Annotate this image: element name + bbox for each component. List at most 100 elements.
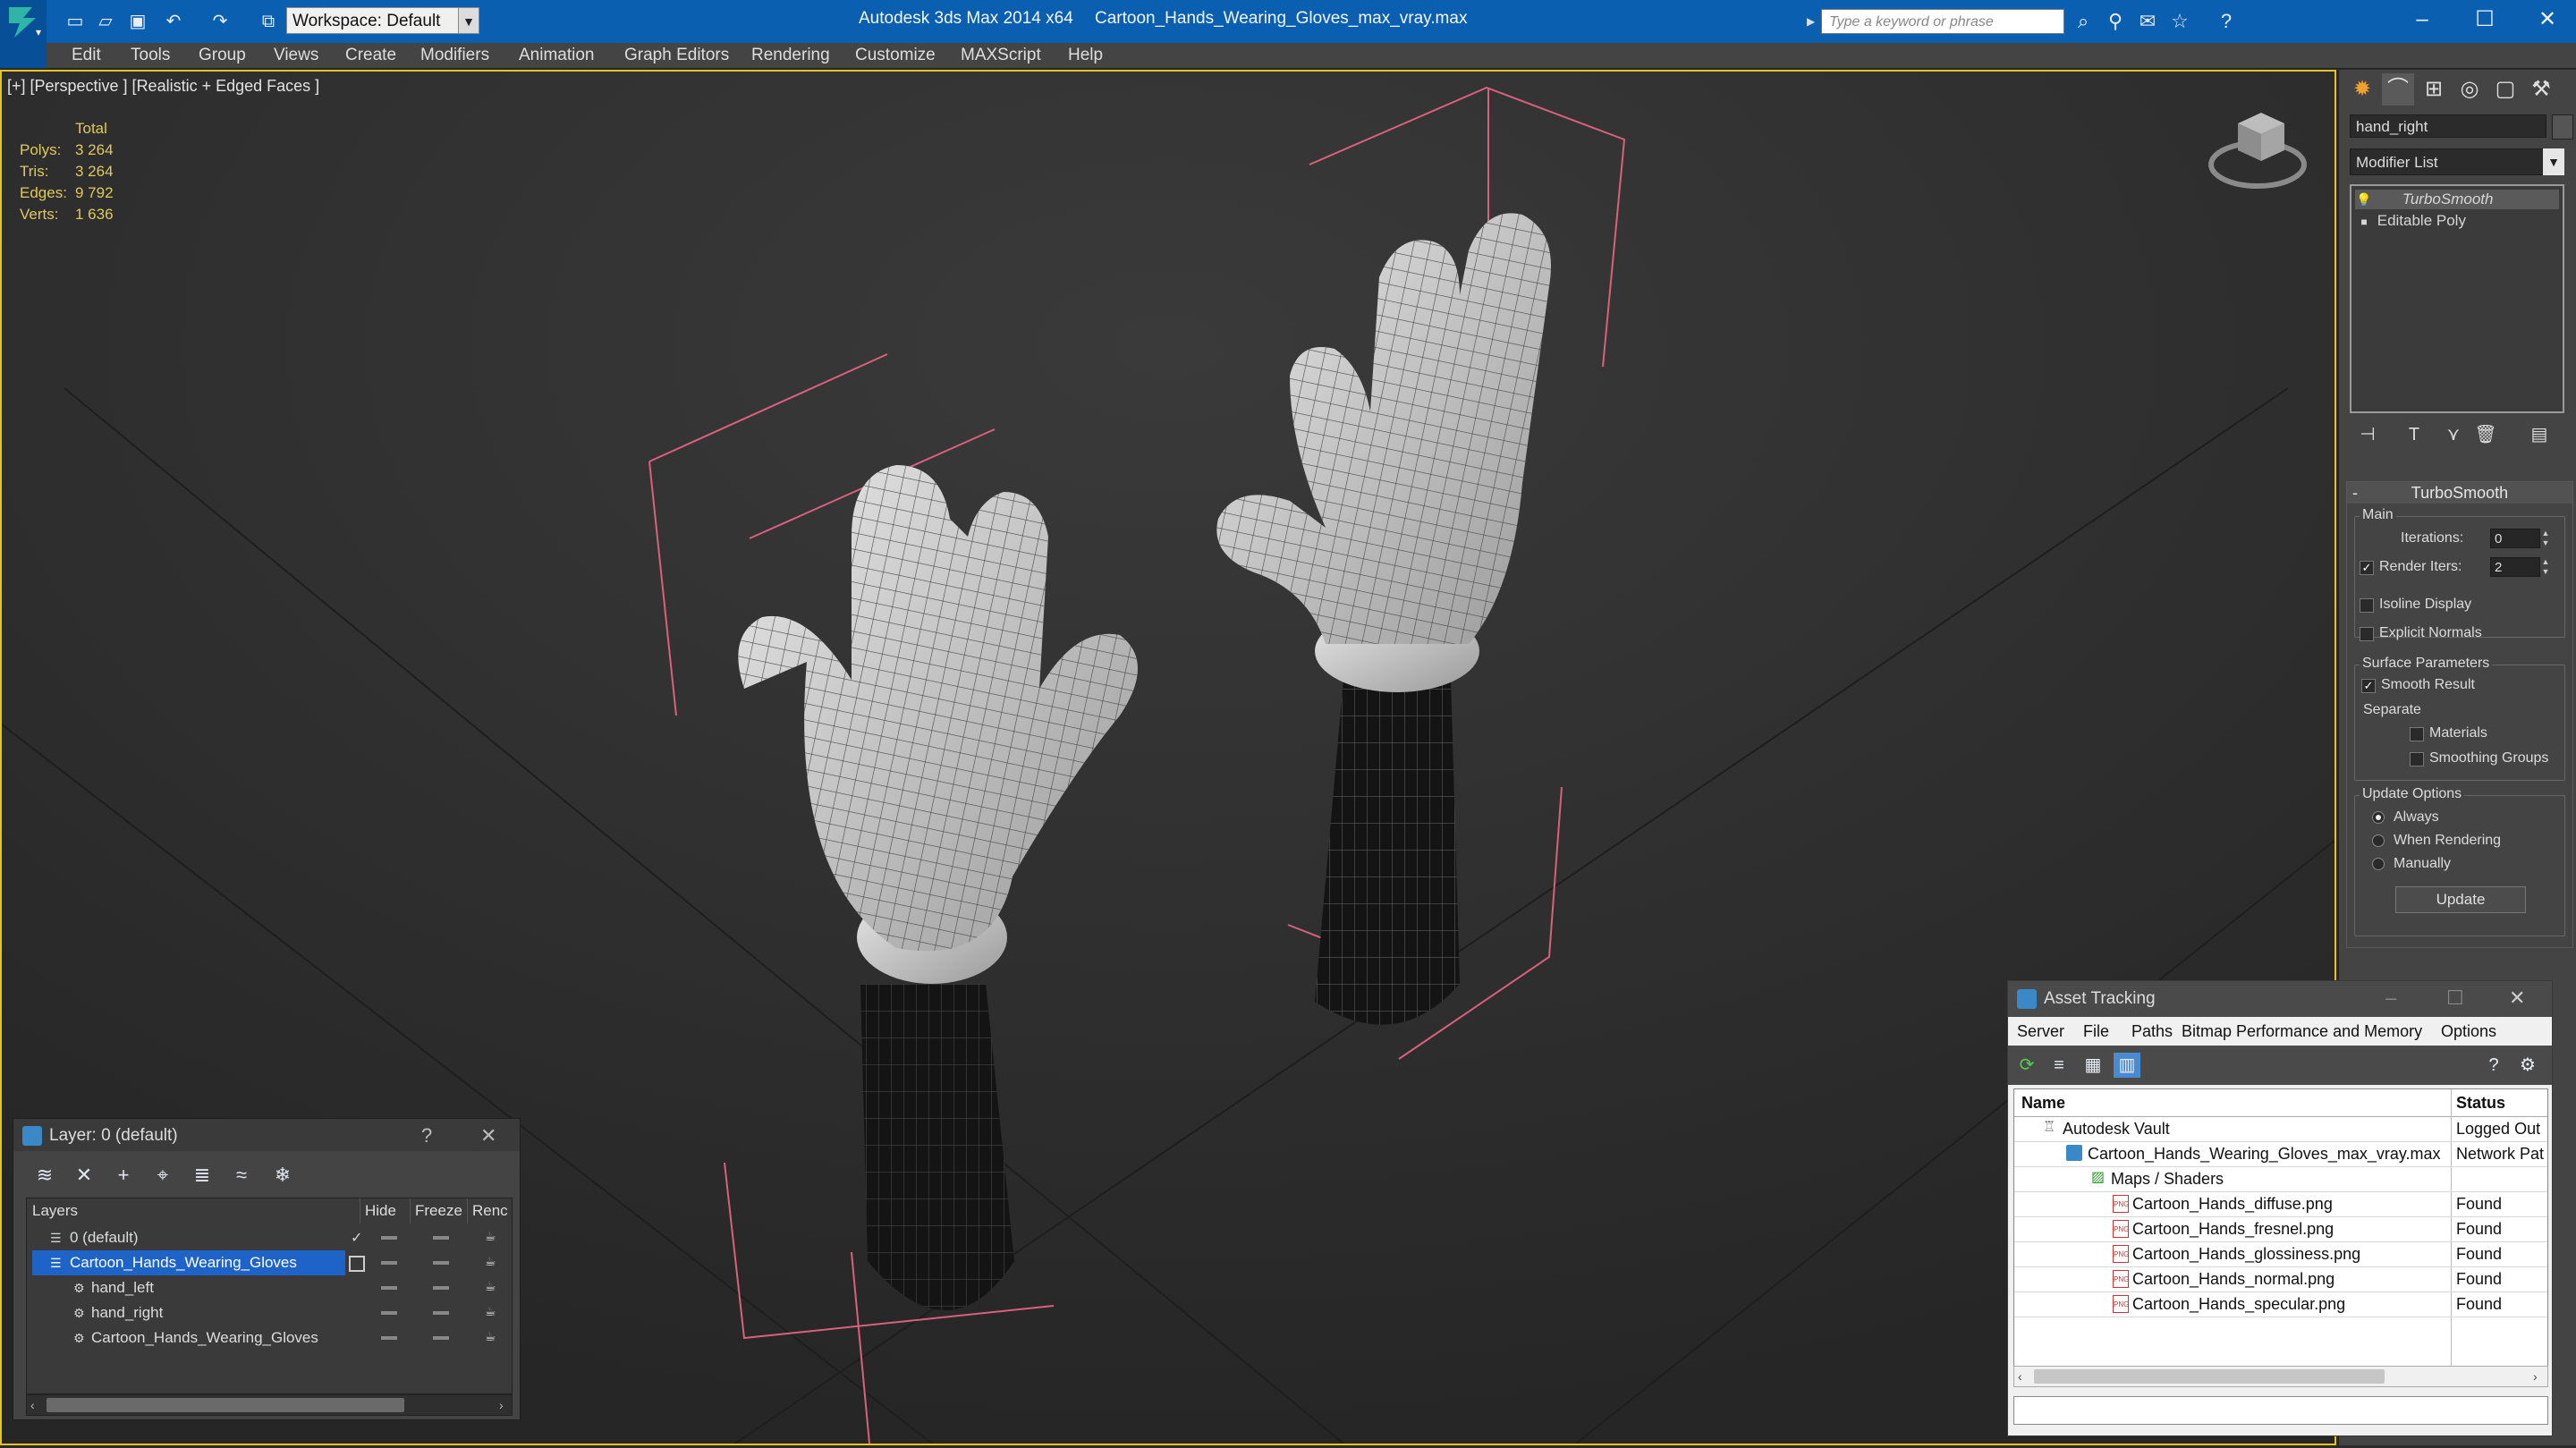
scroll-left-icon[interactable]: ‹ (2018, 1367, 2022, 1386)
asset-row[interactable]: PNG Cartoon_Hands_glossiness.png Found (2014, 1241, 2547, 1267)
object-name-field[interactable]: hand_right (2350, 114, 2546, 138)
menu-maxscript[interactable]: MAXScript (961, 43, 1041, 68)
stack-item-editable-poly[interactable]: ■ Editable Poly (2355, 211, 2559, 231)
close-icon[interactable]: ✕ (480, 1124, 496, 1147)
asset-row[interactable]: ▨ Maps / Shaders (2014, 1166, 2547, 1192)
viewport-label[interactable]: [+] [Perspective ] [Realistic + Edged Fa… (7, 77, 319, 96)
layer-settings-icon[interactable]: ≋ (30, 1162, 60, 1189)
column-freeze[interactable]: Freeze (415, 1198, 468, 1224)
asset-row[interactable]: ♖ Autodesk Vault Logged Out (2014, 1116, 2547, 1142)
hide-toggle[interactable] (381, 1261, 397, 1265)
teapot-render-icon[interactable]: ☕ (485, 1279, 496, 1294)
lightbulb-icon[interactable]: 💡 (2355, 190, 2373, 209)
maximize-icon[interactable]: ☐ (2446, 987, 2464, 1010)
iterations-spinner-input[interactable]: 0 (2490, 529, 2540, 548)
stack-item-turbosmooth[interactable]: 💡 TurboSmooth (2355, 190, 2559, 209)
modify-tab-icon[interactable]: ⌒ (2382, 73, 2414, 106)
scrollbar-thumb[interactable] (47, 1398, 404, 1412)
select-objects-in-layer-icon[interactable]: ⌖ (148, 1162, 178, 1189)
menu-edit[interactable]: Edit (72, 43, 101, 68)
options-icon[interactable]: ⚙ (2514, 1053, 2541, 1078)
hide-toggle[interactable] (381, 1236, 397, 1240)
isoline-display-checkbox[interactable] (2360, 598, 2374, 613)
update-manually-radio[interactable] (2372, 858, 2385, 870)
scroll-right-icon[interactable]: › (2533, 1367, 2538, 1386)
teapot-render-icon[interactable]: ☕ (485, 1254, 496, 1269)
asset-menu-server[interactable]: Server (2017, 1022, 2064, 1041)
expand-icon[interactable]: ■ (2355, 212, 2373, 232)
render-iters-spinner-arrows[interactable]: ▲ ▼ (2540, 557, 2551, 577)
maximize-button[interactable]: ☐ (2458, 4, 2512, 36)
make-unique-icon[interactable]: ⋎ (2439, 420, 2468, 449)
asset-menu-file[interactable]: File (2083, 1022, 2109, 1041)
asset-menu-paths[interactable]: Paths (2131, 1022, 2173, 1041)
open-file-icon[interactable]: ▱ (93, 9, 118, 34)
asset-row[interactable]: PNG Cartoon_Hands_specular.png Found (2014, 1291, 2547, 1317)
hide-toggle[interactable] (381, 1336, 397, 1340)
refresh-icon[interactable]: ⟳ (2013, 1053, 2040, 1078)
favorites-star-icon[interactable]: ☆ (2166, 9, 2193, 34)
update-when-rendering-radio[interactable] (2372, 834, 2385, 847)
smooth-result-checkbox[interactable]: ✓ (2361, 679, 2376, 693)
motion-tab-icon[interactable]: ◎ (2453, 73, 2486, 106)
menu-modifiers[interactable]: Modifiers (420, 43, 489, 68)
menu-rendering[interactable]: Rendering (751, 43, 830, 68)
list-view-icon[interactable]: ≡ (2046, 1053, 2072, 1078)
help-icon[interactable]: ? (2213, 9, 2240, 34)
help-icon[interactable]: ? (2480, 1053, 2507, 1078)
smoothing-groups-checkbox[interactable] (2410, 752, 2424, 766)
app-menu-button[interactable]: ▾ (0, 0, 47, 68)
freeze-toggle[interactable] (433, 1261, 449, 1265)
highlight-selected-layer-icon[interactable]: ≣ (187, 1162, 217, 1189)
hierarchy-tab-icon[interactable]: ⊞ (2418, 73, 2450, 106)
freeze-toggle[interactable] (433, 1236, 449, 1240)
layer-row[interactable]: ☰ Cartoon_Hands_Wearing_Gloves ☕ (27, 1250, 512, 1275)
render-iters-spinner-input[interactable]: 2 (2490, 557, 2540, 577)
asset-path-field[interactable] (2013, 1396, 2548, 1425)
display-tab-icon[interactable]: ▢ (2489, 73, 2521, 106)
freeze-toggle[interactable] (433, 1311, 449, 1315)
column-render[interactable]: Renc (472, 1198, 512, 1224)
freeze-toggle[interactable] (433, 1286, 449, 1290)
scroll-right-icon[interactable]: › (499, 1395, 504, 1415)
asset-row[interactable]: PNG Cartoon_Hands_normal.png Found (2014, 1266, 2547, 1292)
column-layers[interactable]: Layers (32, 1198, 360, 1224)
modifier-list-dropdown[interactable]: Modifier List (2350, 148, 2563, 175)
create-tab-icon[interactable]: ✹ (2346, 73, 2378, 106)
redo-icon[interactable]: ↷ (208, 9, 233, 34)
menu-tools[interactable]: Tools (131, 43, 170, 68)
asset-menu-options[interactable]: Options (2441, 1022, 2496, 1041)
grid-view-icon[interactable]: ▥ (2114, 1053, 2140, 1078)
menu-views[interactable]: Views (274, 43, 318, 68)
hide-toggle[interactable] (381, 1311, 397, 1315)
menu-animation[interactable]: Animation (519, 43, 595, 68)
update-button[interactable]: Update (2395, 886, 2526, 913)
workspace-select[interactable]: Workspace: Default (286, 7, 462, 34)
table-view-icon[interactable]: ▦ (2080, 1053, 2106, 1078)
freeze-unfreeze-all-icon[interactable]: ❄ (267, 1162, 298, 1189)
menu-help[interactable]: Help (1068, 43, 1103, 68)
pin-stack-icon[interactable]: ⊣ (2353, 420, 2382, 449)
scrollbar-thumb[interactable] (2034, 1369, 2385, 1384)
minimize-icon[interactable]: – (2385, 987, 2396, 1010)
search-expand-icon[interactable]: ▶ (1807, 9, 1821, 34)
rollout-header[interactable]: - TurboSmooth (2347, 482, 2572, 504)
menu-create[interactable]: Create (345, 43, 396, 68)
column-name[interactable]: Name (2021, 1089, 2065, 1116)
layer-row[interactable]: ⚙ hand_right ☕ (27, 1300, 512, 1325)
chevron-down-icon[interactable]: ▼ (458, 7, 479, 34)
teapot-render-icon[interactable]: ☕ (485, 1329, 496, 1344)
hide-unhide-all-icon[interactable]: ≈ (226, 1162, 257, 1189)
freeze-toggle[interactable] (433, 1336, 449, 1340)
communication-icon[interactable]: ✉ (2134, 9, 2161, 34)
subscription-icon[interactable]: ⚲ (2102, 9, 2129, 34)
close-button[interactable]: ✕ (2521, 4, 2574, 36)
close-icon[interactable]: ✕ (2509, 987, 2525, 1010)
remove-modifier-icon[interactable]: 🗑 (2471, 420, 2500, 449)
update-always-radio[interactable] (2372, 811, 2385, 824)
layer-row[interactable]: ⚙ hand_left ☕ (27, 1275, 512, 1300)
set-current-layer-box[interactable] (349, 1256, 365, 1272)
delete-layer-icon[interactable]: ✕ (69, 1162, 99, 1189)
menu-customize[interactable]: Customize (855, 43, 936, 68)
asset-row[interactable]: PNG Cartoon_Hands_diffuse.png Found (2014, 1191, 2547, 1217)
